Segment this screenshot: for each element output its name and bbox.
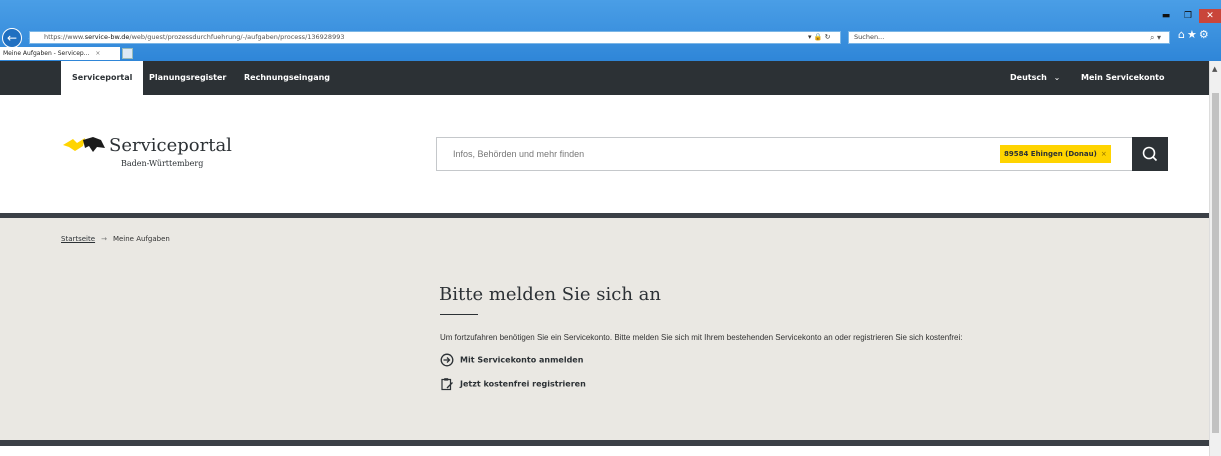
- login-description: Um fortzufahren benötigen Sie ein Servic…: [440, 333, 963, 342]
- location-label: 89584 Ehingen (Donau): [1004, 150, 1097, 158]
- address-bar[interactable]: https://www.service-bw.de/web/guest/proz…: [29, 31, 841, 44]
- login-arrow-icon: [440, 353, 454, 367]
- browser-chrome: ← → https://www.service-bw.de/web/guest/…: [0, 0, 1221, 61]
- home-star-gear-icons[interactable]: ⌂★⚙: [1178, 28, 1211, 41]
- location-chip[interactable]: 89584 Ehingen (Donau) ×: [1000, 145, 1111, 163]
- bw-logo-icon[interactable]: [63, 136, 107, 158]
- language-label: Deutsch: [1010, 73, 1047, 82]
- location-clear-icon[interactable]: ×: [1101, 150, 1107, 158]
- search-icon: [1142, 146, 1158, 162]
- browser-search-placeholder: Suchen...: [854, 33, 885, 41]
- url-path: /web/guest/prozessdurchfuehrung/-/aufgab…: [129, 33, 345, 41]
- register-form-icon: [441, 378, 453, 391]
- search-placeholder: Infos, Behörden und mehr finden: [453, 149, 585, 159]
- browser-toolbar: ← → https://www.service-bw.de/web/guest/…: [0, 0, 1221, 48]
- browser-tab[interactable]: Meine Aufgaben - Servicep... ×: [0, 47, 120, 60]
- nav-item-rechnungseingang[interactable]: Rechnungseingang: [244, 61, 330, 95]
- scroll-up-icon[interactable]: ▲: [1212, 65, 1217, 73]
- breadcrumb-current: Meine Aufgaben: [112, 235, 170, 243]
- page-scrollbar[interactable]: ▲: [1209, 61, 1221, 456]
- footer-area: [0, 446, 1209, 456]
- logo-subtitle: Baden-Württemberg: [121, 159, 204, 168]
- search-button[interactable]: [1132, 137, 1168, 171]
- login-link[interactable]: Mit Servicekonto anmelden: [440, 353, 583, 367]
- tab-close-icon[interactable]: ×: [95, 50, 100, 57]
- new-tab-button[interactable]: [122, 48, 133, 59]
- title-underline: [440, 314, 478, 315]
- page-title: Bitte melden Sie sich an: [439, 284, 661, 305]
- logo-title[interactable]: Serviceportal: [109, 135, 232, 156]
- top-navigation: Serviceportal Planungsregister Rechnungs…: [0, 61, 1209, 95]
- maximize-icon[interactable]: ❐: [1177, 9, 1199, 23]
- browser-search-input[interactable]: Suchen...: [848, 31, 1170, 44]
- tab-title: Meine Aufgaben - Servicep...: [3, 50, 90, 57]
- register-link-label: Jetzt kostenfrei registrieren: [460, 379, 586, 389]
- language-selector[interactable]: Deutsch ⌄: [1010, 61, 1060, 95]
- site-search-input[interactable]: Infos, Behörden und mehr finden 89584 Eh…: [436, 137, 1133, 171]
- breadcrumb-arrow-icon: →: [101, 235, 107, 243]
- url-prefix: https://www.: [44, 33, 85, 41]
- lock-icon: ▾ 🔒 ↻: [808, 33, 831, 41]
- nav-item-planungsregister[interactable]: Planungsregister: [149, 61, 226, 95]
- site-header: Serviceportal Baden-Württemberg Infos, B…: [0, 95, 1209, 213]
- servicekonto-link[interactable]: Mein Servicekonto: [1081, 61, 1164, 95]
- url-host: service-bw.de: [84, 33, 130, 41]
- breadcrumb-home-link[interactable]: Startseite: [61, 235, 95, 243]
- chevron-down-icon: ⌄: [1053, 73, 1061, 82]
- back-icon[interactable]: ←: [2, 28, 22, 48]
- login-link-label: Mit Servicekonto anmelden: [460, 355, 584, 365]
- search-icon[interactable]: ⌕ ▾: [1150, 31, 1161, 44]
- scroll-thumb[interactable]: [1212, 93, 1219, 433]
- breadcrumb: Startseite → Meine Aufgaben: [61, 235, 170, 243]
- main-content: Startseite → Meine Aufgaben Bitte melden S…: [0, 218, 1209, 440]
- close-icon[interactable]: ✕: [1199, 9, 1221, 23]
- nav-item-serviceportal[interactable]: Serviceportal: [61, 61, 144, 95]
- minimize-icon[interactable]: ▬: [1155, 9, 1177, 23]
- register-link[interactable]: Jetzt kostenfrei registrieren: [440, 377, 586, 391]
